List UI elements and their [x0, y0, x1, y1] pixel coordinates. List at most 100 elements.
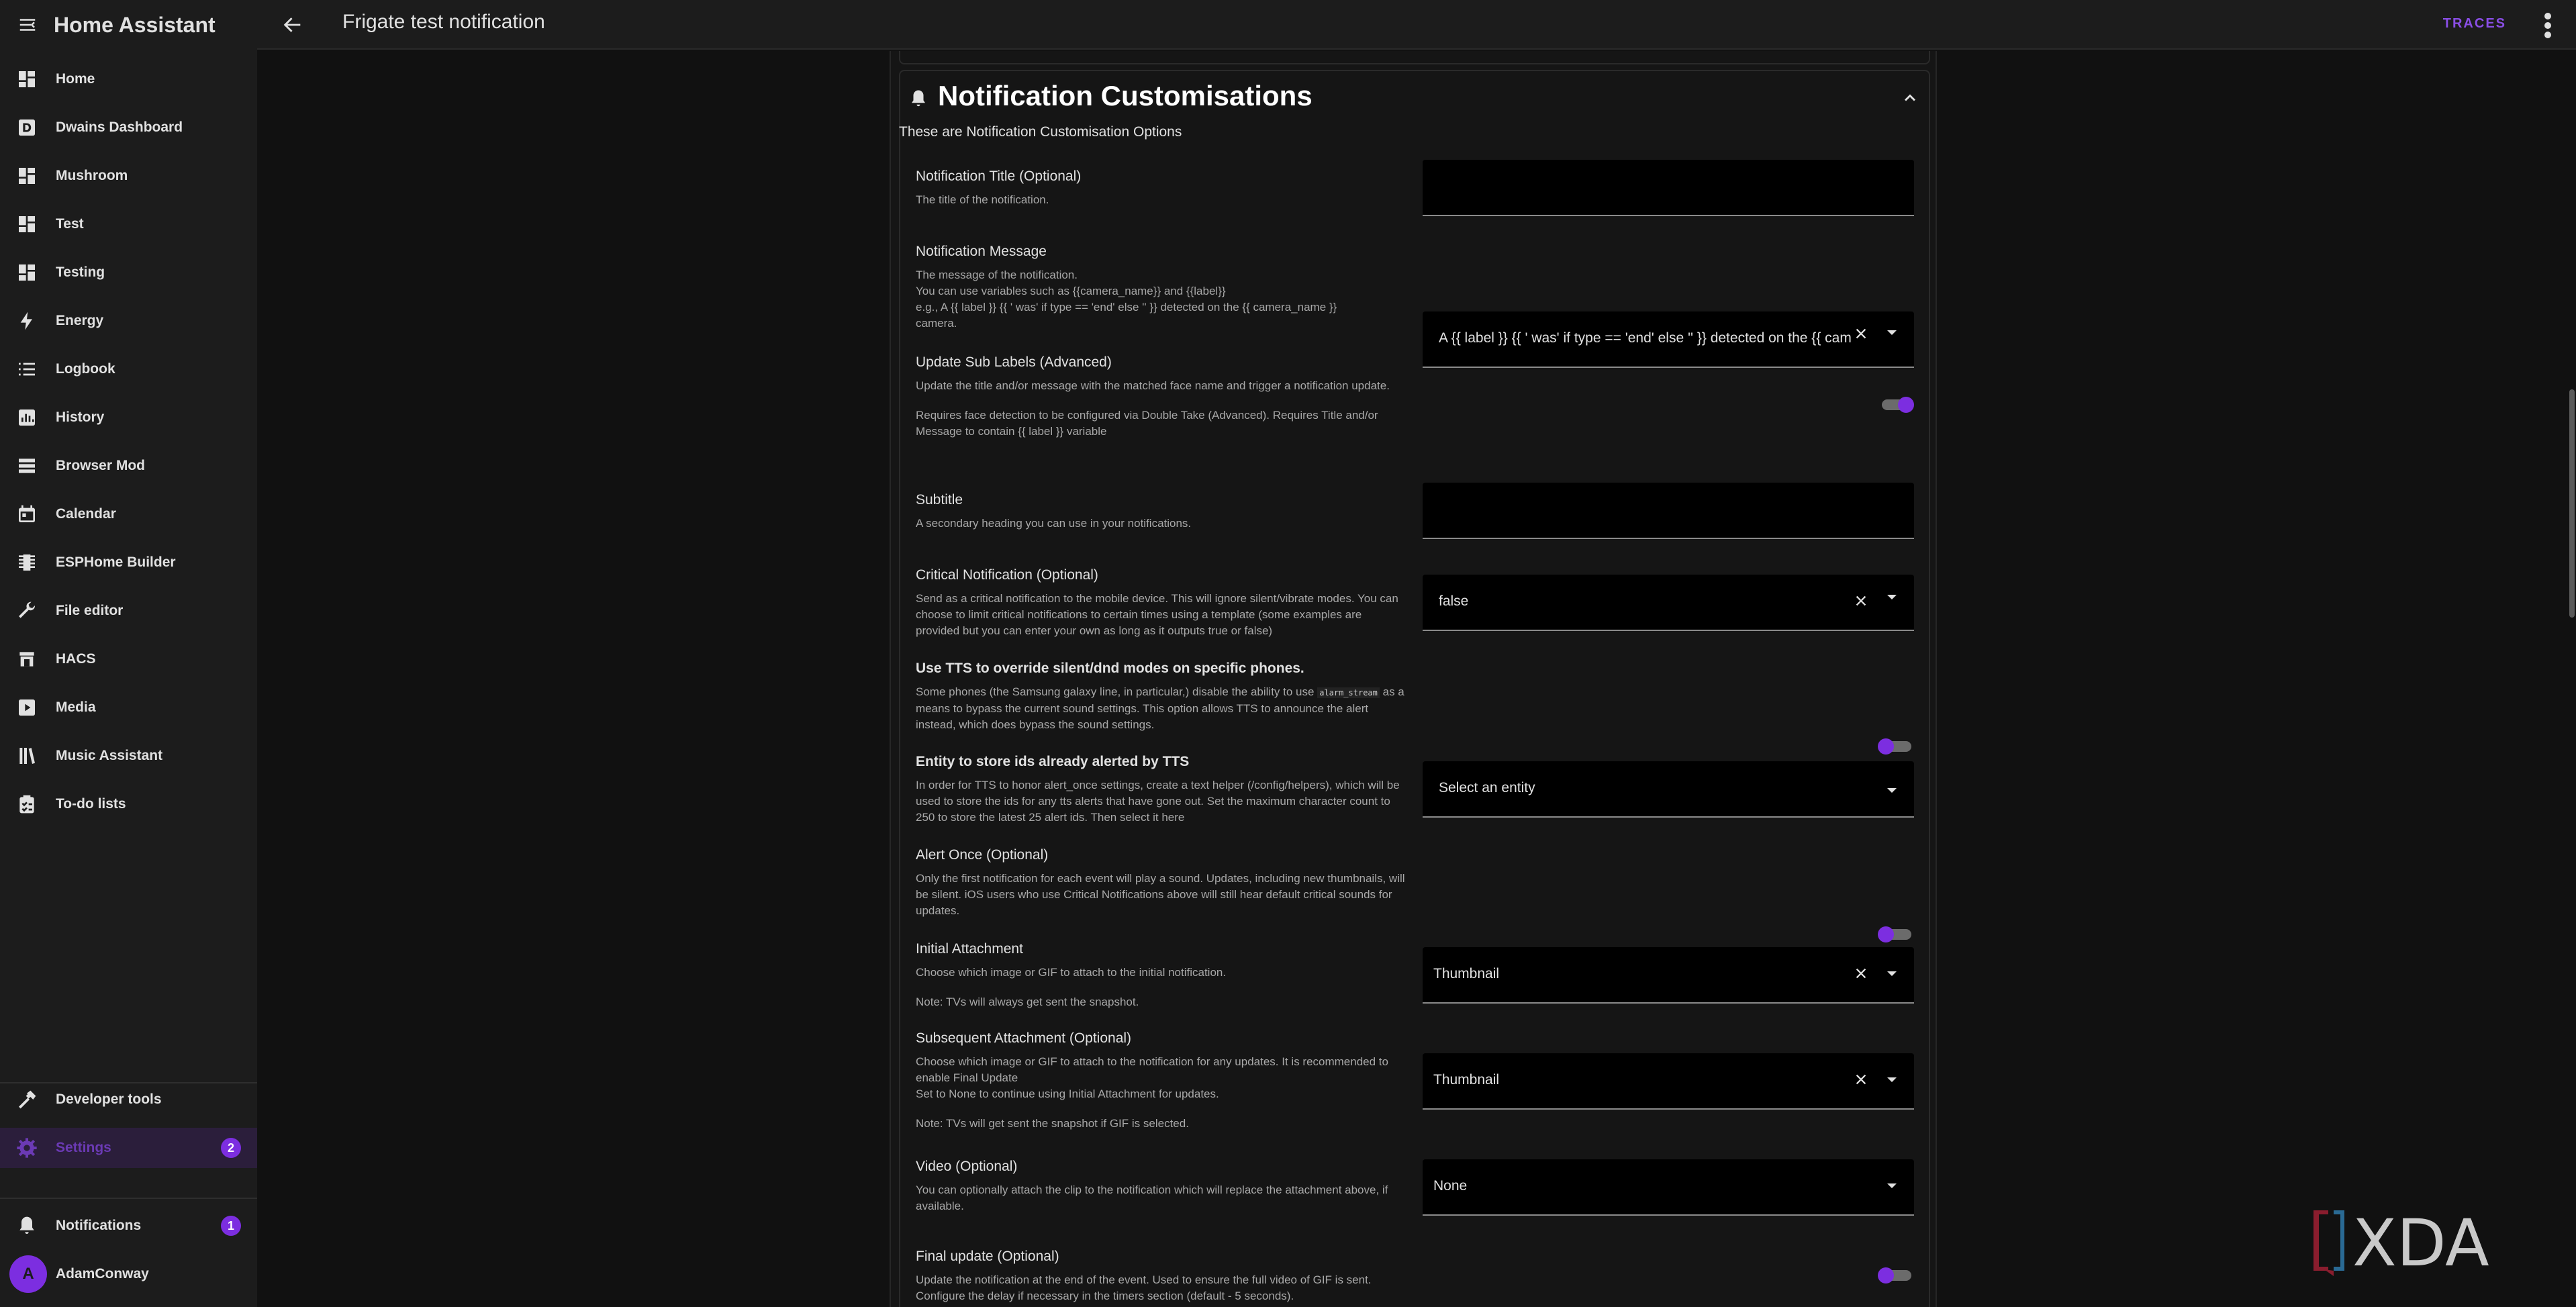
- chevron-up-icon[interactable]: [1901, 89, 1919, 107]
- sidebar-item-mushroom[interactable]: Mushroom: [0, 156, 257, 196]
- library-icon: [19, 748, 35, 764]
- sidebar-item-esphome-builder[interactable]: ESPHome Builder: [0, 542, 257, 583]
- clear-icon[interactable]: [1854, 593, 1868, 608]
- menu-icon[interactable]: [17, 15, 38, 35]
- gear-icon: [17, 1138, 37, 1158]
- sidebar-item-music-assistant[interactable]: Music Assistant: [0, 736, 257, 776]
- initial-attachment-select[interactable]: Thumbnail: [1423, 947, 1914, 1004]
- chevron-down-icon[interactable]: [1887, 1076, 1897, 1083]
- initial-attachment-desc: Choose which image or GIF to attach to t…: [916, 965, 1406, 1010]
- desc-text: Requires face detection to be configured…: [916, 409, 1378, 438]
- final-update-toggle[interactable]: [1878, 1267, 1914, 1284]
- tts-override-toggle[interactable]: [1878, 738, 1914, 755]
- sidebar-item-user[interactable]: A AdamConway: [0, 1254, 257, 1294]
- more-vert-icon[interactable]: [2544, 12, 2552, 39]
- sidebar-item-developer-tools[interactable]: Developer tools: [0, 1079, 257, 1120]
- subtitle-input[interactable]: [1423, 483, 1914, 539]
- alert-once-desc: Only the first notification for each eve…: [916, 871, 1406, 919]
- alert-once-label: Alert Once (Optional): [916, 847, 1049, 863]
- final-update-label: Final update (Optional): [916, 1249, 1059, 1264]
- sidebar-item-dwains-dashboard[interactable]: D Dwains Dashboard: [0, 107, 257, 148]
- sidebar-item-browser-mod[interactable]: Browser Mod: [0, 446, 257, 486]
- sidebar-item-label: Developer tools: [56, 1092, 162, 1107]
- clear-icon[interactable]: [1854, 326, 1868, 341]
- notification-title-desc: The title of the notification.: [916, 192, 1406, 208]
- sidebar-item-file-editor[interactable]: File editor: [0, 591, 257, 631]
- sidebar-item-label: Settings: [56, 1140, 111, 1155]
- sidebar-item-history[interactable]: History: [0, 397, 257, 438]
- subsequent-attachment-select[interactable]: Thumbnail: [1423, 1053, 1914, 1110]
- sidebar-divider: [0, 1198, 257, 1199]
- field-value: Thumbnail: [1433, 1072, 1500, 1087]
- chevron-down-icon[interactable]: [1887, 1182, 1897, 1189]
- dashboard-icon: [19, 71, 35, 87]
- wrench-icon: [19, 601, 36, 618]
- sidebar-item-label: Calendar: [56, 506, 116, 522]
- desc-text: Note: TVs will always get sent the snaps…: [916, 996, 1139, 1008]
- desc-text: camera.: [916, 317, 957, 330]
- bell-icon: [912, 90, 925, 107]
- scrollbar-thumb[interactable]: [2569, 389, 2575, 618]
- sidebar-item-notifications[interactable]: Notifications 1: [0, 1206, 257, 1246]
- entity-select[interactable]: Select an entity: [1423, 761, 1914, 818]
- section-title[interactable]: Notification Customisations: [938, 80, 1313, 112]
- chart-icon: [19, 409, 35, 426]
- chevron-down-icon[interactable]: [1887, 787, 1897, 793]
- sidebar-item-testing[interactable]: Testing: [0, 252, 257, 293]
- back-arrow-icon[interactable]: [281, 13, 304, 36]
- notification-title-input[interactable]: [1423, 160, 1914, 216]
- desc-text: You can optionally attach the clip to th…: [916, 1183, 1388, 1212]
- notification-message-label: Notification Message: [916, 244, 1047, 259]
- chevron-down-icon[interactable]: [1887, 593, 1897, 600]
- video-select[interactable]: None: [1423, 1159, 1914, 1216]
- video-label: Video (Optional): [916, 1159, 1018, 1174]
- notifications-badge: 1: [221, 1216, 241, 1236]
- subsequent-attachment-label: Subsequent Attachment (Optional): [916, 1030, 1132, 1046]
- sidebar-item-energy[interactable]: Energy: [0, 301, 257, 341]
- sidebar-item-label: Media: [56, 699, 96, 715]
- sidebar-item-home[interactable]: Home: [0, 59, 257, 99]
- tts-override-desc: Some phones (the Samsung galaxy line, in…: [916, 684, 1406, 733]
- critical-notification-input[interactable]: false: [1423, 575, 1914, 631]
- sidebar-item-hacs[interactable]: HACS: [0, 639, 257, 679]
- sidebar-item-label: History: [56, 409, 105, 425]
- notification-message-input[interactable]: A {{ label }} {{ ' was' if type == 'end'…: [1423, 311, 1914, 368]
- clear-icon[interactable]: [1854, 966, 1868, 981]
- xda-logo: XDA: [2313, 1206, 2489, 1279]
- sidebar-item-media[interactable]: Media: [0, 687, 257, 728]
- entity-ids-desc: In order for TTS to honor alert_once set…: [916, 777, 1406, 826]
- sidebar-item-logbook[interactable]: Logbook: [0, 349, 257, 389]
- alert-once-toggle[interactable]: [1878, 926, 1914, 942]
- settings-badge: 2: [221, 1138, 241, 1158]
- traces-button[interactable]: TRACES: [2443, 16, 2506, 32]
- entity-ids-label: Entity to store ids already alerted by T…: [916, 754, 1190, 769]
- page-title: Frigate test notification: [342, 11, 545, 33]
- sidebar-item-label: HACS: [56, 651, 96, 667]
- chevron-down-icon[interactable]: [1887, 329, 1897, 336]
- subtitle-desc: A secondary heading you can use in your …: [916, 516, 1406, 532]
- desc-text: Update the title and/or message with the…: [916, 379, 1390, 392]
- previous-section-edge: [899, 51, 1930, 64]
- sidebar-item-label: Notifications: [56, 1218, 142, 1233]
- d-box-icon: D: [19, 119, 35, 136]
- critical-notification-desc: Send as a critical notification to the m…: [916, 591, 1406, 639]
- field-value: None: [1433, 1178, 1468, 1194]
- sidebar-item-calendar[interactable]: Calendar: [0, 494, 257, 534]
- desc-text: Update the notification at the end of th…: [916, 1273, 1372, 1302]
- notification-message-desc: The message of the notification. You can…: [916, 267, 1406, 332]
- chevron-down-icon[interactable]: [1887, 970, 1897, 977]
- clear-icon[interactable]: [1854, 1072, 1868, 1087]
- sidebar-item-label: Test: [56, 216, 84, 232]
- sidebar-item-test[interactable]: Test: [0, 204, 257, 244]
- video-desc: You can optionally attach the clip to th…: [916, 1182, 1406, 1214]
- sidebar-item-to-do-lists[interactable]: To-do lists: [0, 784, 257, 824]
- sidebar-item-settings[interactable]: Settings 2: [0, 1128, 257, 1168]
- field-value: false: [1439, 593, 1469, 609]
- play-box-icon: [19, 699, 35, 716]
- sidebar-item-label: Dwains Dashboard: [56, 119, 183, 135]
- update-sub-labels-toggle[interactable]: [1878, 397, 1914, 413]
- dashboard-icon: [19, 264, 35, 281]
- sidebar-item-label: Browser Mod: [56, 458, 146, 473]
- user-name: AdamConway: [56, 1266, 149, 1281]
- code-snippet: alarm_stream: [1317, 687, 1380, 698]
